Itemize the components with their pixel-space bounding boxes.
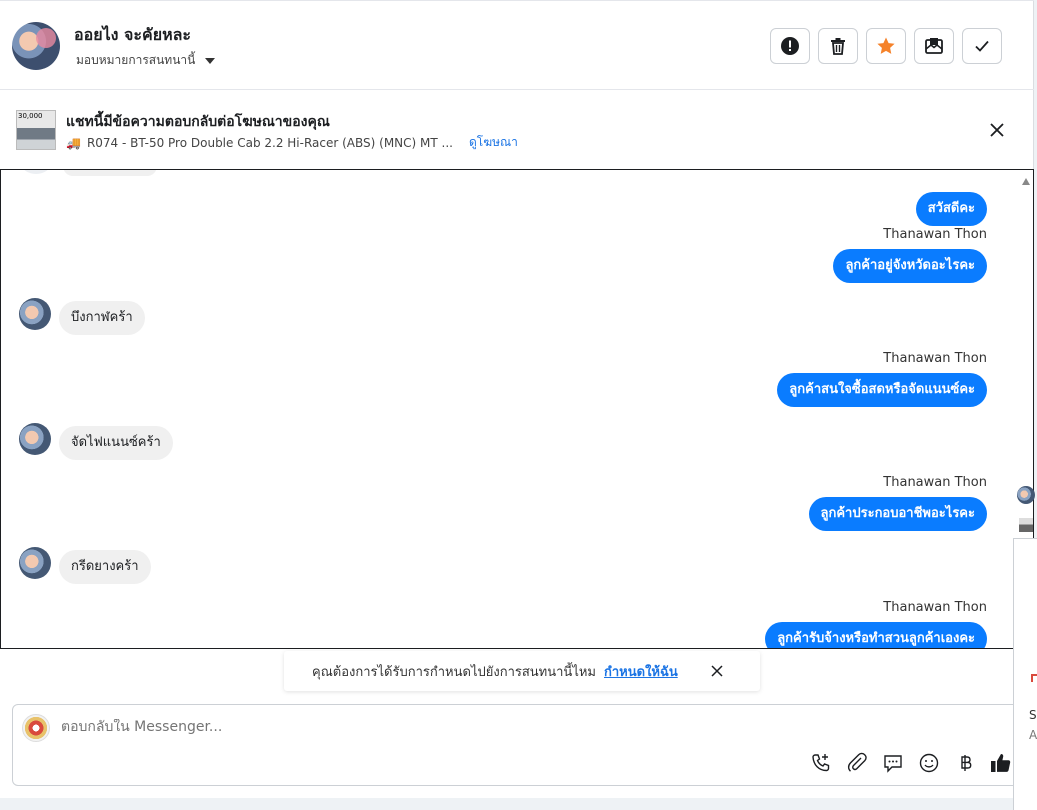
thumbs-up-icon xyxy=(991,754,1011,772)
message-bubble-partial xyxy=(63,170,157,176)
emoji-icon xyxy=(919,753,939,773)
message-bubble-outgoing[interactable]: ลูกค้าอยู่จังหวัดอะไรคะ xyxy=(833,249,987,283)
alert-icon xyxy=(781,37,799,55)
avatar xyxy=(21,170,51,174)
scroll-up-arrow-icon[interactable] xyxy=(1022,178,1030,185)
message-bubble-incoming[interactable]: จัดไฟแนนซ์คร้า xyxy=(59,426,173,460)
paperclip-icon xyxy=(847,752,867,772)
quick-reply-icon xyxy=(884,755,902,773)
sender-name: Thanawan Thon xyxy=(883,351,987,366)
assign-label: มอบหมายการสนทนานี้ xyxy=(76,53,196,67)
assign-dropdown[interactable]: มอบหมายการสนทนานี้ xyxy=(76,51,216,70)
assign-suggestion-text: คุณต้องการได้รับการกำหนดไปยังการสนทนานี้… xyxy=(312,664,596,680)
attach-button[interactable] xyxy=(845,751,869,775)
sender-name: Thanawan Thon xyxy=(883,227,987,242)
ad-product-line: 🚚 R074 - BT-50 Pro Double Cab 2.2 Hi-Rac… xyxy=(66,133,518,152)
side-label-a: A xyxy=(1029,728,1037,742)
mark-unread-button[interactable] xyxy=(914,28,954,64)
contact-avatar[interactable] xyxy=(12,22,60,70)
assign-to-me-link[interactable]: กำหนดให้ฉัน xyxy=(604,661,678,682)
report-button[interactable] xyxy=(770,28,810,64)
check-icon xyxy=(975,40,989,52)
message-bubble-outgoing[interactable]: ลูกค้ารับจ้างหรือทำสวนลูกค้าเองคะ xyxy=(765,622,987,648)
caret-down-icon xyxy=(205,57,216,64)
star-button[interactable] xyxy=(866,28,906,64)
header-actions xyxy=(770,28,1002,64)
ad-thumbnail-price: 30,000 xyxy=(18,112,43,120)
inbox-conversation: ออยไง จะคัยหละ มอบหมายการสนทนานี้ 30,000… xyxy=(0,0,1034,798)
payment-button[interactable] xyxy=(953,751,977,775)
emoji-button[interactable] xyxy=(917,751,941,775)
message-bubble-incoming[interactable]: กรีดยางคร้า xyxy=(59,550,151,584)
ad-banner-title: แชทนี้มีข้อความตอบกลับต่อโฆษณาของคุณ xyxy=(66,114,330,130)
contact-avatar-small xyxy=(19,298,51,330)
mark-unread-icon xyxy=(925,38,943,54)
close-icon[interactable] xyxy=(710,664,724,678)
assign-suggestion-banner: คุณต้องการได้รับการกำหนดไปยังการสนทนานี้… xyxy=(284,651,760,691)
contact-avatar-small xyxy=(19,423,51,455)
saved-replies-button[interactable] xyxy=(881,751,905,775)
ad-product-name: R074 - BT-50 Pro Double Cab 2.2 Hi-Racer… xyxy=(86,135,453,150)
contact-avatar-small xyxy=(19,547,51,579)
conversation-header: ออยไง จะคัยหละ มอบหมายการสนทนานี้ xyxy=(0,0,1034,90)
mark-done-button[interactable] xyxy=(962,28,1002,64)
message-composer xyxy=(12,704,1034,786)
add-call-button[interactable] xyxy=(809,751,833,775)
sender-name: Thanawan Thon xyxy=(883,475,987,490)
message-list[interactable]: สวัสดีคะ Thanawan Thon ลูกค้าอยู่จังหวัด… xyxy=(0,169,1034,649)
view-ad-link[interactable]: ดูโฆษณา xyxy=(469,133,518,152)
delete-button[interactable] xyxy=(818,28,858,64)
composer-tools xyxy=(809,751,1013,775)
avatar[interactable] xyxy=(1017,486,1035,504)
sender-name: Thanawan Thon xyxy=(883,600,987,615)
message-bubble-outgoing[interactable]: ลูกค้าสนใจซื้อสดหรือจัดแนนซ์คะ xyxy=(777,373,987,407)
like-button[interactable] xyxy=(989,751,1013,775)
ad-thumbnail[interactable]: 30,000 xyxy=(16,110,56,150)
truck-icon: 🚚 xyxy=(66,135,81,150)
side-label-s: S xyxy=(1029,708,1037,722)
star-icon xyxy=(877,37,895,54)
ad-reply-banner: 30,000 แชทนี้มีข้อความตอบกลับต่อโฆษณาของ… xyxy=(0,91,1034,169)
close-icon[interactable] xyxy=(988,121,1006,139)
contact-name[interactable]: ออยไง จะคัยหละ xyxy=(74,23,191,48)
message-bubble-incoming[interactable]: บึงกาฬคร้า xyxy=(59,301,145,335)
reply-input[interactable] xyxy=(61,719,761,735)
message-bubble-outgoing[interactable]: สวัสดีคะ xyxy=(915,192,987,226)
badge-icon xyxy=(1031,674,1037,682)
phone-plus-icon xyxy=(812,754,830,772)
message-bubble-outgoing[interactable]: ลูกค้าประกอบอาชีพอะไรคะ xyxy=(808,497,987,531)
ad-thumbnail[interactable] xyxy=(1019,518,1033,532)
side-panel-partial: S A xyxy=(1013,480,1037,810)
baht-icon xyxy=(961,755,972,771)
page-avatar xyxy=(22,714,50,742)
trash-icon xyxy=(831,38,845,55)
